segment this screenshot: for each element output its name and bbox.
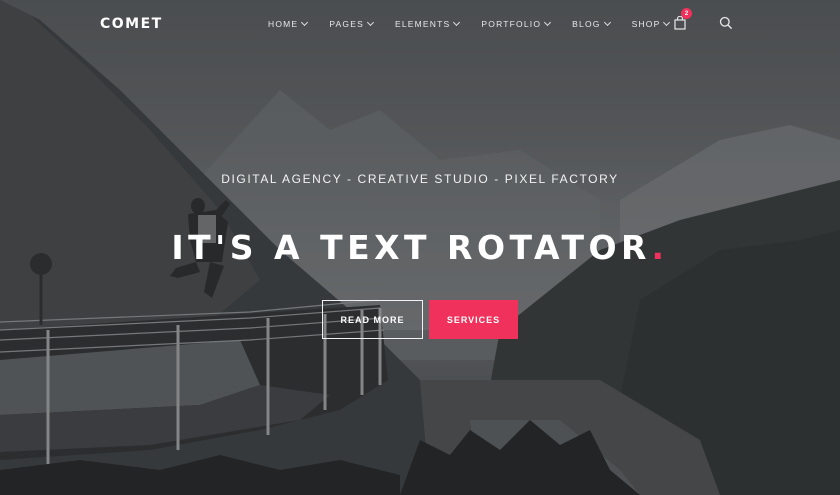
nav-blog-label: BLOG bbox=[572, 19, 601, 29]
nav-pages-label: PAGES bbox=[329, 19, 364, 29]
nav-elements-label: ELEMENTS bbox=[394, 19, 451, 29]
chevron-down-icon bbox=[544, 18, 552, 27]
nav-shop[interactable]: SHOP bbox=[631, 18, 671, 29]
chevron-down-icon bbox=[301, 18, 309, 27]
search-icon[interactable] bbox=[719, 16, 733, 30]
chevron-down-icon bbox=[366, 18, 375, 27]
nav-portfolio-label: PORTFOLIO bbox=[481, 19, 542, 29]
read-more-button[interactable]: READ MORE bbox=[322, 300, 423, 339]
nav-shop-label: SHOP bbox=[631, 19, 661, 29]
nav-home-label: HOME bbox=[268, 19, 299, 29]
nav-portfolio[interactable]: PORTFOLIO bbox=[481, 18, 552, 29]
hero-headline: IT'S A TEXT ROTATOR. bbox=[0, 228, 840, 267]
chevron-down-icon bbox=[663, 18, 671, 27]
hero-subtitle: DIGITAL AGENCY - CREATIVE STUDIO - PIXEL… bbox=[221, 172, 619, 186]
chevron-down-icon bbox=[603, 18, 611, 27]
site-logo[interactable]: COMET bbox=[100, 16, 163, 32]
top-navbar: COMET HOME PAGES ELEMENTS PORTFOLIO BLOG… bbox=[0, 0, 840, 48]
chevron-down-icon bbox=[453, 18, 461, 27]
main-menu: HOME PAGES ELEMENTS PORTFOLIO BLOG SHOP bbox=[268, 18, 671, 29]
nav-elements[interactable]: ELEMENTS bbox=[394, 18, 461, 29]
hero-headline-text: IT'S A TEXT ROTATOR bbox=[171, 228, 652, 267]
services-button[interactable]: SERVICES bbox=[429, 300, 518, 339]
nav-pages[interactable]: PAGES bbox=[329, 18, 375, 29]
hero-headline-accent-dot: . bbox=[651, 228, 669, 267]
cart-count-badge: 2 bbox=[681, 8, 692, 19]
nav-blog[interactable]: BLOG bbox=[572, 18, 611, 29]
nav-home[interactable]: HOME bbox=[268, 18, 309, 29]
